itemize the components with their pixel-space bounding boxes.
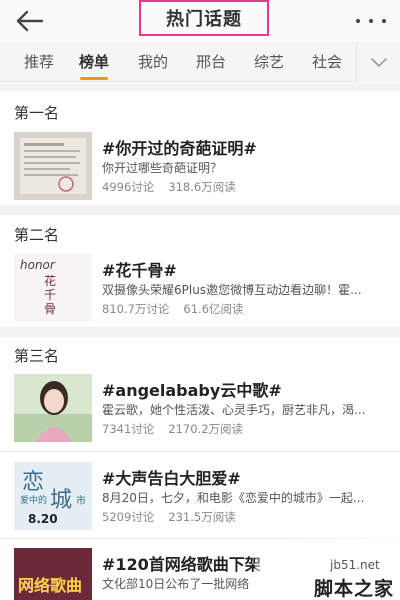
- topic-title: #120首网络歌曲下架: [102, 555, 261, 574]
- topic-stats: 7341讨论 2170.2万阅读: [102, 421, 243, 437]
- read-count: 318.6万阅读: [168, 180, 236, 194]
- topic-title: #花千骨#: [102, 261, 177, 280]
- section-heading-1: 第一名: [14, 104, 60, 122]
- discussion-count: 7341讨论: [102, 422, 155, 436]
- active-tab-indicator: [80, 77, 108, 80]
- topic-stats: 4996讨论 318.6万阅读: [102, 179, 236, 195]
- more-dots-icon: [356, 19, 360, 23]
- topic-thumbnail: [14, 132, 92, 200]
- back-arrow-icon: [16, 10, 44, 32]
- section-heading-2: 第二名: [14, 226, 60, 244]
- tab-ranking[interactable]: 榜单: [69, 42, 119, 82]
- tab-recommend[interactable]: 推荐: [14, 42, 64, 82]
- topic-thumbnail: honor 花千骨: [14, 254, 92, 322]
- topic-title: #大声告白大胆爱#: [102, 469, 241, 488]
- topic-description: 霍云歌，她个性活泼、心灵手巧，厨艺非凡，渴...: [102, 403, 366, 417]
- more-button[interactable]: [356, 11, 386, 31]
- tab-variety[interactable]: 综艺: [244, 42, 294, 82]
- chevron-down-icon: [371, 58, 387, 67]
- section-heading-3: 第三名: [14, 347, 60, 365]
- watermark-url: jb51.net: [330, 558, 380, 572]
- read-count: 231.5万阅读: [168, 510, 236, 524]
- topic-thumbnail: 恋 爱中的 城 市 8.20: [14, 462, 92, 530]
- discussion-count: 5209讨论: [102, 510, 155, 524]
- list-item[interactable]: #angelababy云中歌# 霍云歌，她个性活泼、心灵手巧，厨艺非凡，渴...…: [0, 374, 400, 456]
- topic-thumbnail: 网络歌曲: [14, 548, 92, 600]
- topic-description: 你开过哪些奇葩证明？: [102, 161, 223, 175]
- category-tabs: 推荐 榜单 我的 邢台 综艺 社会: [0, 42, 400, 82]
- honor-logo: honor: [20, 258, 55, 272]
- discussion-count: 4996讨论: [102, 180, 155, 194]
- list-item[interactable]: #你开过的奇葩证明# 你开过哪些奇葩证明？ 4996讨论 318.6万阅读: [0, 132, 400, 214]
- read-count: 2170.2万阅读: [168, 422, 244, 436]
- topic-title: #angelababy云中歌#: [102, 381, 282, 400]
- topic-description: 8月20日，七夕，和电影《恋爱中的城市》一起...: [102, 491, 365, 505]
- tab-xingtai[interactable]: 邢台: [186, 42, 236, 82]
- topic-stats: 810.7万讨论 61.6亿阅读: [102, 301, 244, 317]
- tab-society[interactable]: 社会: [302, 42, 352, 82]
- list-item[interactable]: honor 花千骨 #花千骨# 双摄像头荣耀6Plus邀您微博互动边看边聊！霍.…: [0, 254, 400, 336]
- read-count: 61.6亿阅读: [183, 302, 244, 316]
- tab-mine[interactable]: 我的: [128, 42, 178, 82]
- topic-thumbnail: [14, 374, 92, 442]
- page-title: 热门话题: [166, 9, 242, 30]
- watermark-logo: 脚本之家: [314, 578, 395, 600]
- topic-stats: 5209讨论 231.5万阅读: [102, 509, 236, 525]
- calligraphy-text: 花千骨: [44, 274, 57, 316]
- topic-title: #你开过的奇葩证明#: [102, 139, 257, 158]
- topic-description: 双摄像头荣耀6Plus邀您微博互动边看边聊！霍...: [102, 283, 362, 297]
- list-item[interactable]: 恋 爱中的 城 市 8.20 #大声告白大胆爱# 8月20日，七夕，和电影《恋爱…: [0, 462, 400, 544]
- discussion-count: 810.7万讨论: [102, 302, 170, 316]
- tabs-expand-button[interactable]: [356, 42, 400, 82]
- back-button[interactable]: [14, 9, 46, 33]
- page-title-box: 热门话题: [139, 0, 269, 36]
- top-bar: 热门话题: [0, 0, 400, 42]
